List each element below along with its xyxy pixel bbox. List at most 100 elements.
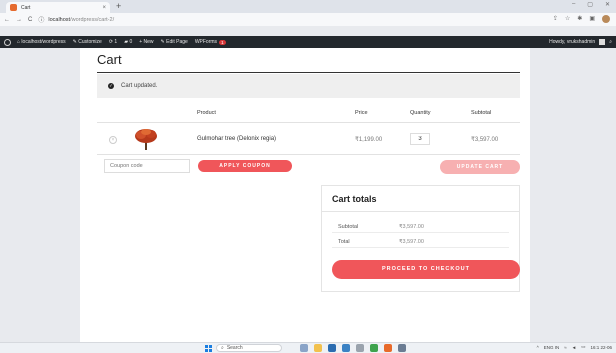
edge-browser-icon[interactable] xyxy=(342,344,350,352)
cart-actions: APPLY COUPON UPDATE CART xyxy=(97,155,520,183)
table-row: × Gulmohar tree (Delonix regia) ₹1,199.0… xyxy=(97,123,520,155)
admin-edit-page-link[interactable]: ✎ Edit Page xyxy=(161,39,188,45)
quantity-input[interactable] xyxy=(410,133,430,145)
product-subtotal: ₹3,597.00 xyxy=(471,137,499,143)
title-divider xyxy=(97,72,520,73)
clock-time: 16:1 xyxy=(590,344,600,350)
table-header: Product Price Quantity Subtotal xyxy=(97,103,520,123)
app-icon[interactable] xyxy=(398,344,406,352)
admin-howdy: Howdy, vrukshadmin xyxy=(549,39,596,45)
admin-site-label: localhost/wordpress xyxy=(21,39,66,45)
admin-updates-count: 1 xyxy=(114,39,118,45)
header-quantity: Quantity xyxy=(410,110,431,116)
wp-admin-bar: ⌂ localhost/wordpress ✎ Customize ⟳ 1 ▰ … xyxy=(0,36,616,48)
volume-icon[interactable]: ◄ xyxy=(572,345,576,350)
language-indicator[interactable]: ENG IN xyxy=(544,345,560,350)
back-button[interactable]: ← xyxy=(4,17,10,23)
update-cart-button[interactable]: UPDATE CART xyxy=(440,160,520,174)
product-name-link[interactable]: Gulmohar tree (Delonix regia) xyxy=(197,136,276,142)
admin-customize-link[interactable]: ✎ Customize xyxy=(73,39,102,45)
admin-account[interactable]: Howdy, vrukshadmin ⌕ xyxy=(549,39,612,45)
maximize-button[interactable]: ▢ xyxy=(587,1,593,8)
cart-totals-title: Cart totals xyxy=(332,194,377,204)
store-icon[interactable] xyxy=(328,344,336,352)
share-icon[interactable]: ⇪ xyxy=(553,15,558,23)
notice-text: Cart updated. xyxy=(121,83,158,89)
battery-icon[interactable]: ▭ xyxy=(581,344,585,350)
clock-date: 22-06 xyxy=(600,344,612,350)
settings-gear-icon[interactable] xyxy=(356,344,364,352)
clock[interactable]: 16:1 22-06 xyxy=(590,345,612,350)
cart-table: Product Price Quantity Subtotal × Gulmoh… xyxy=(97,103,520,183)
total-value: ₹3,597.00 xyxy=(399,239,424,245)
site-info-icon[interactable]: ⓘ xyxy=(38,15,44,24)
taskbar-search-label: Search xyxy=(226,345,243,351)
admin-site-link[interactable]: ⌂ localhost/wordpress xyxy=(17,39,66,45)
wordpress-logo-icon[interactable] xyxy=(4,38,11,46)
header-price: Price xyxy=(355,110,368,116)
taskbar-apps xyxy=(300,344,406,352)
xampp-icon[interactable] xyxy=(384,344,392,352)
toolbar-icons: ⇪ ☆ ✱ ▣ xyxy=(553,15,610,23)
tab-title: Cart xyxy=(21,4,31,11)
subtotal-label: Subtotal xyxy=(338,224,359,230)
header-product: Product xyxy=(197,110,216,116)
reload-button[interactable]: C xyxy=(28,17,32,23)
minimize-button[interactable]: – xyxy=(572,1,575,8)
cart-updated-notice: ✓ Cart updated. xyxy=(97,74,520,98)
chevron-up-icon[interactable]: ^ xyxy=(537,345,539,350)
forward-button[interactable]: → xyxy=(16,17,22,23)
admin-edit-page-label: Edit Page xyxy=(166,39,188,45)
admin-customize-label: Customize xyxy=(78,39,102,45)
file-explorer-icon[interactable] xyxy=(314,344,322,352)
url-field[interactable]: localhost/wordpress/cart-2/ xyxy=(48,17,114,23)
browser-tab-strip: Cart × + – ▢ ✕ xyxy=(0,0,616,13)
coupon-code-input[interactable] xyxy=(104,159,190,173)
product-thumbnail[interactable] xyxy=(132,127,160,151)
total-row: Total ₹3,597.00 xyxy=(332,236,509,248)
extensions-icon[interactable]: ✱ xyxy=(577,15,582,23)
close-tab-icon[interactable]: × xyxy=(102,5,106,11)
region-label: IN xyxy=(554,344,560,350)
chrome-browser-icon[interactable] xyxy=(370,344,378,352)
taskbar-search[interactable]: ⌕ Search xyxy=(216,344,282,352)
os-taskbar: ⌕ Search ^ ENG IN ≈ ◄ ▭ 16:1 22-06 xyxy=(0,342,616,353)
windows-start-icon[interactable] xyxy=(205,345,212,352)
profile-avatar[interactable] xyxy=(602,15,610,23)
lang-label: ENG xyxy=(543,344,554,350)
browser-tab[interactable]: Cart × xyxy=(6,2,110,13)
subtotal-row: Subtotal ₹3,597.00 xyxy=(332,221,509,233)
apply-coupon-button[interactable]: APPLY COUPON xyxy=(198,160,292,172)
admin-wpforms-link[interactable]: WPForms 1 xyxy=(195,39,226,45)
totals-divider xyxy=(322,211,519,212)
window-controls: – ▢ ✕ xyxy=(572,1,610,8)
url-host: localhost xyxy=(48,16,71,23)
admin-comments-link[interactable]: ▰ 0 xyxy=(124,39,132,45)
subtotal-value: ₹3,597.00 xyxy=(399,224,424,230)
bookmark-star-icon[interactable]: ☆ xyxy=(565,15,570,23)
url-path: /wordpress/cart-2/ xyxy=(70,16,115,23)
remove-item-icon[interactable]: × xyxy=(109,136,117,144)
admin-search-icon[interactable]: ⌕ xyxy=(609,39,612,45)
admin-updates-link[interactable]: ⟳ 1 xyxy=(109,39,117,45)
close-window-button[interactable]: ✕ xyxy=(605,1,610,8)
proceed-to-checkout-button[interactable]: PROCEED TO CHECKOUT xyxy=(332,260,520,279)
admin-new-label: New xyxy=(143,39,154,45)
cart-page: Cart ✓ Cart updated. Product Price Quant… xyxy=(80,48,530,342)
sidebar-icon[interactable]: ▣ xyxy=(589,15,595,23)
wpforms-badge: 1 xyxy=(219,39,226,45)
new-tab-button[interactable]: + xyxy=(116,1,121,11)
admin-new-link[interactable]: + New xyxy=(139,39,153,45)
wifi-icon[interactable]: ≈ xyxy=(564,345,566,350)
admin-wpforms-label: WPForms xyxy=(194,39,218,45)
site-favicon-icon xyxy=(10,4,17,11)
header-subtotal: Subtotal xyxy=(471,110,492,116)
product-price: ₹1,199.00 xyxy=(355,137,383,143)
search-icon: ⌕ xyxy=(221,345,224,351)
check-circle-icon: ✓ xyxy=(108,83,114,89)
system-tray: ^ ENG IN ≈ ◄ ▭ 16:1 22-06 xyxy=(537,344,612,350)
total-label: Total xyxy=(338,239,350,245)
page-title: Cart xyxy=(97,52,122,67)
task-view-icon[interactable] xyxy=(300,344,308,352)
admin-avatar xyxy=(599,39,606,45)
